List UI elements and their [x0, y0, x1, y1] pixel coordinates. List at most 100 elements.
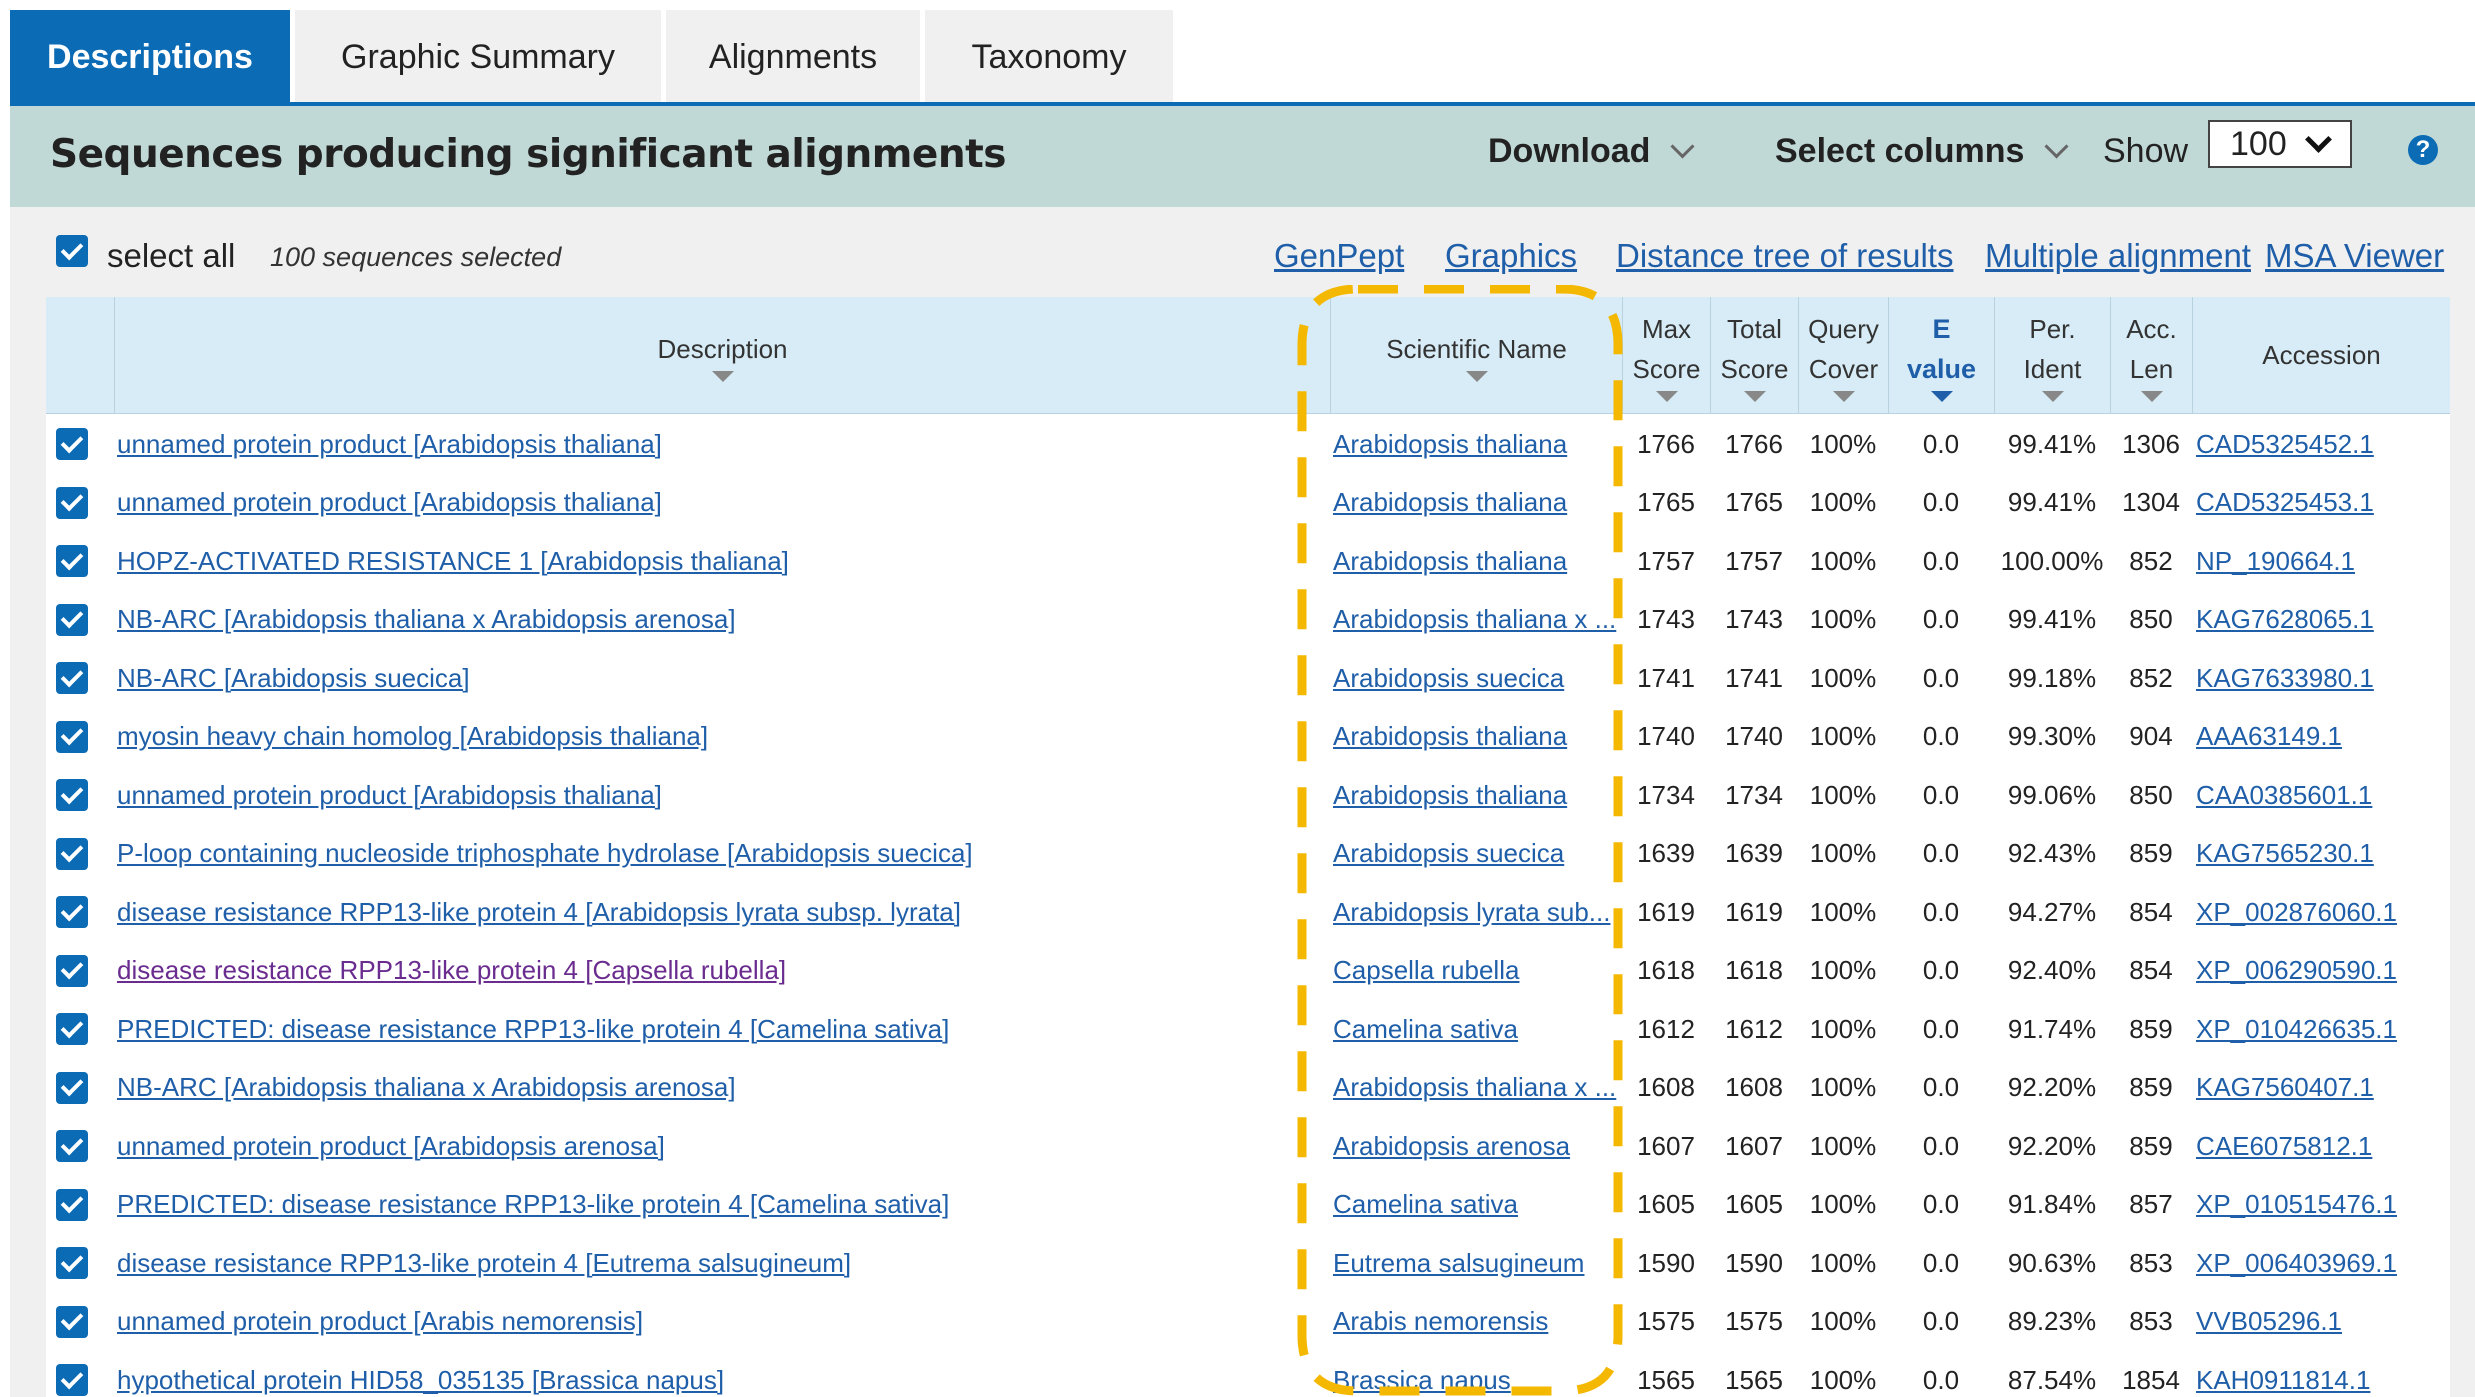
max-score-cell: 1743	[1637, 604, 1695, 634]
description-link[interactable]: unnamed protein product [Arabidopsis tha…	[117, 766, 1317, 824]
download-dropdown[interactable]: Download	[1488, 132, 1695, 171]
row-checkbox[interactable]	[56, 779, 88, 811]
accession-link[interactable]: KAG7628065.1	[2196, 591, 2446, 649]
checkmark-icon	[60, 1190, 84, 1214]
row-checkbox[interactable]	[56, 545, 88, 577]
row-checkbox[interactable]	[56, 428, 88, 460]
accession-link[interactable]: XP_010515476.1	[2196, 1176, 2446, 1234]
show-count-select[interactable]: 100	[2208, 120, 2352, 168]
description-link[interactable]: unnamed protein product [Arabidopsis tha…	[117, 474, 1317, 532]
description-link[interactable]: NB-ARC [Arabidopsis suecica]	[117, 649, 1317, 707]
description-link[interactable]: PREDICTED: disease resistance RPP13-like…	[117, 1000, 1317, 1058]
column-accession[interactable]: Accession	[2192, 297, 2450, 413]
scientific-name-link[interactable]: Camelina sativa	[1333, 1176, 1619, 1234]
row-checkbox[interactable]	[56, 1247, 88, 1279]
select-columns-dropdown[interactable]: Select columns	[1775, 132, 2069, 171]
help-icon[interactable]: ?	[2408, 135, 2438, 165]
accession-link[interactable]: KAG7560407.1	[2196, 1059, 2446, 1117]
row-checkbox[interactable]	[56, 954, 88, 987]
row-checkbox[interactable]	[56, 837, 88, 870]
description-link[interactable]: disease resistance RPP13-like protein 4 …	[117, 1234, 1317, 1292]
column-per-ident[interactable]: Per. Ident	[1994, 297, 2110, 413]
scientific-name-link[interactable]: Arabidopsis thaliana	[1333, 766, 1619, 824]
accession-link[interactable]: KAH0911814.1	[2196, 1351, 2446, 1397]
scientific-name-link[interactable]: Brassica napus	[1333, 1351, 1619, 1397]
scientific-name-link[interactable]: Arabidopsis thaliana x ...	[1333, 1059, 1619, 1117]
scientific-name-link[interactable]: Arabidopsis lyrata sub...	[1333, 883, 1619, 941]
accession-link[interactable]: CAE6075812.1	[2196, 1117, 2446, 1175]
column-scientific-name[interactable]: Scientific Name	[1330, 297, 1622, 413]
description-link[interactable]: NB-ARC [Arabidopsis thaliana x Arabidops…	[117, 591, 1317, 649]
scientific-name-link[interactable]: Arabidopsis arenosa	[1333, 1117, 1619, 1175]
select-all-checkbox[interactable]	[56, 235, 88, 267]
scientific-name-link[interactable]: Arabidopsis thaliana	[1333, 474, 1619, 532]
scientific-name-link[interactable]: Arabidopsis thaliana x ...	[1333, 591, 1619, 649]
column-e-value[interactable]: E value	[1888, 297, 1994, 413]
distance-tree-link[interactable]: Distance tree of results	[1616, 237, 1953, 275]
description-link[interactable]: HOPZ-ACTIVATED RESISTANCE 1 [Arabidopsis…	[117, 532, 1317, 590]
row-checkbox[interactable]	[56, 1071, 88, 1104]
query-cover-cell: 100%	[1809, 955, 1877, 985]
row-checkbox[interactable]	[56, 662, 88, 694]
row-checkbox[interactable]	[56, 486, 88, 519]
scientific-name-link[interactable]: Capsella rubella	[1333, 942, 1619, 1000]
description-link[interactable]: myosin heavy chain homolog [Arabidopsis …	[117, 708, 1317, 766]
e-value-cell: 0.0	[1922, 545, 1960, 576]
scientific-name-link[interactable]: Arabidopsis suecica	[1333, 649, 1619, 707]
row-checkbox[interactable]	[56, 1013, 88, 1045]
column-description[interactable]: Description	[114, 297, 1330, 413]
graphics-link[interactable]: Graphics	[1445, 237, 1577, 275]
description-link[interactable]: PREDICTED: disease resistance RPP13-like…	[117, 1176, 1317, 1234]
row-checkbox[interactable]	[56, 603, 88, 636]
description-link[interactable]: disease resistance RPP13-like protein 4 …	[117, 883, 1317, 941]
accession-link[interactable]: KAG7633980.1	[2196, 649, 2446, 707]
accession-link[interactable]: XP_006290590.1	[2196, 942, 2446, 1000]
scientific-name-link[interactable]: Eutrema salsugineum	[1333, 1234, 1619, 1292]
accession-link[interactable]: AAA63149.1	[2196, 708, 2446, 766]
tab-alignments[interactable]: Alignments	[666, 10, 920, 104]
scientific-name-link[interactable]: Arabidopsis suecica	[1333, 825, 1619, 883]
column-max-score[interactable]: Max Score	[1622, 297, 1710, 413]
description-link[interactable]: P-loop containing nucleoside triphosphat…	[117, 825, 1317, 883]
scientific-name-link[interactable]: Arabidopsis thaliana	[1333, 708, 1619, 766]
accession-link[interactable]: XP_010426635.1	[2196, 1000, 2446, 1058]
accession-link[interactable]: CAD5325452.1	[2196, 415, 2446, 473]
accession-link[interactable]: XP_006403969.1	[2196, 1234, 2446, 1292]
accession-link[interactable]: NP_190664.1	[2196, 532, 2446, 590]
row-checkbox[interactable]	[56, 1305, 88, 1338]
column-acc-len[interactable]: Acc. Len	[2110, 297, 2192, 413]
description-link[interactable]: unnamed protein product [Arabis nemorens…	[117, 1293, 1317, 1351]
column-query-cover[interactable]: Query Cover	[1798, 297, 1888, 413]
multiple-alignment-link[interactable]: Multiple alignment	[1985, 237, 2251, 275]
row-checkbox[interactable]	[56, 720, 88, 753]
accession-link[interactable]: XP_002876060.1	[2196, 883, 2446, 941]
scientific-name-link[interactable]: Arabis nemorensis	[1333, 1293, 1619, 1351]
table-row: unnamed protein product [Arabidopsis tha…	[46, 766, 2450, 824]
accession-link[interactable]: CAA0385601.1	[2196, 766, 2446, 824]
scientific-name-link[interactable]: Arabidopsis thaliana	[1333, 532, 1619, 590]
description-link[interactable]: hypothetical protein HID58_035135 [Brass…	[117, 1351, 1317, 1397]
description-link[interactable]: unnamed protein product [Arabidopsis are…	[117, 1117, 1317, 1175]
per-ident-cell: 90.63%	[2007, 1247, 2097, 1278]
accession-link[interactable]: CAD5325453.1	[2196, 474, 2446, 532]
row-checkbox[interactable]	[56, 1364, 88, 1396]
max-score-cell: 1605	[1637, 1189, 1695, 1219]
row-checkbox[interactable]	[56, 896, 88, 928]
accession-link[interactable]: VVB05296.1	[2196, 1293, 2446, 1351]
scientific-name-link[interactable]: Arabidopsis thaliana	[1333, 415, 1619, 473]
genpept-link[interactable]: GenPept	[1274, 237, 1404, 275]
tab-descriptions[interactable]: Descriptions	[10, 10, 290, 104]
column-total-score[interactable]: Total Score	[1710, 297, 1798, 413]
description-link[interactable]: NB-ARC [Arabidopsis thaliana x Arabidops…	[117, 1059, 1317, 1117]
description-link[interactable]: unnamed protein product [Arabidopsis tha…	[117, 415, 1317, 473]
acc-len-cell: 859	[2129, 1130, 2173, 1161]
row-checkbox[interactable]	[56, 1130, 88, 1162]
tab-graphic-summary[interactable]: Graphic Summary	[295, 10, 661, 104]
accession-link[interactable]: KAG7565230.1	[2196, 825, 2446, 883]
row-checkbox[interactable]	[56, 1188, 88, 1221]
scientific-name-link[interactable]: Camelina sativa	[1333, 1000, 1619, 1058]
checkmark-icon	[60, 1249, 84, 1272]
description-link[interactable]: disease resistance RPP13-like protein 4 …	[117, 942, 1317, 1000]
msa-viewer-link[interactable]: MSA Viewer	[2265, 237, 2444, 275]
tab-taxonomy[interactable]: Taxonomy	[925, 10, 1173, 104]
